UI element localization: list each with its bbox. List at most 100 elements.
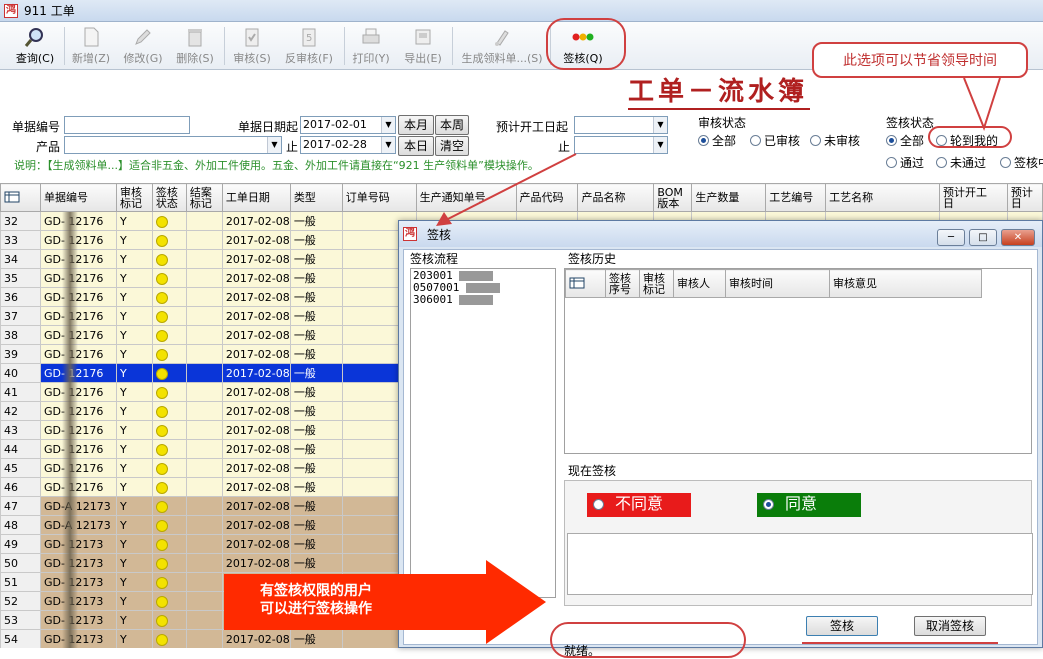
new-button[interactable]: 新增(Z)	[68, 24, 114, 68]
history-column-header[interactable]: 审核 标记	[639, 269, 674, 298]
minimize-icon[interactable]: ─	[937, 229, 965, 246]
plan-end-picker[interactable]: ▼	[574, 136, 668, 154]
audit-radio-all[interactable]: 全部	[698, 132, 736, 149]
sign-status-cell	[151, 515, 187, 535]
table-cell: GD- 12173	[39, 534, 117, 554]
sign-comment-input[interactable]	[567, 533, 1033, 595]
sign-status-cell	[151, 477, 187, 497]
column-header[interactable]: 订单号码	[341, 183, 417, 212]
sign-submit-button[interactable]: 签核	[806, 616, 878, 636]
sign-history-table[interactable]: 签核 序号 审核 标记 审核人 审核时间 审核意见	[564, 268, 1032, 454]
maximize-icon[interactable]: □	[969, 229, 997, 246]
table-cell	[185, 572, 223, 592]
table-cell: GD- 12176	[39, 211, 117, 231]
column-header[interactable]: 结案 标记	[185, 183, 223, 212]
table-cell: 一般	[289, 230, 343, 250]
sign-status-cell	[151, 458, 187, 478]
table-cell: GD- 12176	[39, 477, 117, 497]
status-dot-icon	[155, 405, 168, 418]
approve-button[interactable]: 审核(S)	[228, 24, 276, 68]
column-header[interactable]: 工单日期	[221, 183, 291, 212]
sign-radio-signing[interactable]: 签核中	[1000, 154, 1043, 171]
table-cell: Y	[115, 211, 153, 231]
edit-button[interactable]: 修改(G)	[120, 24, 166, 68]
history-column-header[interactable]: 审核时间	[725, 269, 830, 298]
date-to-picker[interactable]: 2017-02-28 ▼	[300, 136, 396, 154]
column-header[interactable]: 工艺名称	[825, 183, 940, 212]
table-cell: 2017-02-08	[221, 496, 291, 516]
print-button[interactable]: 打印(Y)	[348, 24, 394, 68]
table-cell: GD- 12176	[39, 306, 117, 326]
query-button[interactable]: 查询(C)	[10, 24, 60, 68]
redaction-blur	[62, 212, 78, 648]
table-cell: 一般	[289, 496, 343, 516]
grid-settings-icon[interactable]	[0, 183, 41, 212]
sign-radio-all[interactable]: 全部	[886, 132, 924, 149]
today-button[interactable]: 本日	[398, 136, 434, 156]
plan-start-picker[interactable]: ▼	[574, 116, 668, 134]
doc-no-input[interactable]	[64, 116, 190, 134]
table-cell	[185, 306, 223, 326]
table-cell: 50	[0, 553, 41, 573]
table-cell: Y	[115, 268, 153, 288]
this-month-button[interactable]: 本月	[398, 115, 434, 135]
current-sign-panel: 不同意 同意	[564, 480, 1033, 606]
sign-button-highlight	[546, 18, 626, 70]
table-cell: Y	[115, 306, 153, 326]
column-header[interactable]: 预计日	[1006, 183, 1043, 212]
table-cell: Y	[115, 325, 153, 345]
audit-radio-approved[interactable]: 已审核	[750, 132, 800, 149]
generate-material-button[interactable]: 生成领料单...(S)	[458, 24, 546, 68]
this-week-button[interactable]: 本周	[435, 115, 469, 135]
sign-status-cell	[151, 420, 187, 440]
column-header[interactable]: BOM 版本	[653, 183, 693, 212]
table-cell: 53	[0, 610, 41, 630]
table-cell: Y	[115, 534, 153, 554]
column-header[interactable]: 产品名称	[577, 183, 655, 212]
chevron-down-icon: ▼	[653, 117, 667, 133]
status-dot-icon	[155, 538, 168, 551]
column-header[interactable]: 单据编号	[39, 183, 117, 212]
audit-radio-unapproved[interactable]: 未审核	[810, 132, 860, 149]
sign-status-cell	[151, 382, 187, 402]
table-cell: 一般	[289, 306, 343, 326]
product-select[interactable]: ▼	[64, 136, 282, 154]
table-cell: 一般	[289, 268, 343, 288]
table-cell: 39	[0, 344, 41, 364]
table-cell: GD- 12176	[39, 401, 117, 421]
delete-button[interactable]: 删除(S)	[172, 24, 218, 68]
status-dot-icon	[155, 234, 168, 247]
sign-radio-pass[interactable]: 通过	[886, 154, 924, 171]
disagree-option[interactable]: 不同意	[587, 493, 691, 517]
history-column-header[interactable]: 签核 序号	[605, 269, 640, 298]
sign-radio-fail[interactable]: 未通过	[936, 154, 986, 171]
sign-status-cell	[151, 249, 187, 269]
history-grid-icon[interactable]	[565, 269, 606, 298]
status-dot-icon	[155, 386, 168, 399]
close-icon[interactable]: ✕	[1001, 229, 1035, 246]
agree-option[interactable]: 同意	[757, 493, 861, 517]
table-cell: Y	[115, 363, 153, 383]
flow-item[interactable]: 306001	[413, 294, 553, 306]
sign-flow-list[interactable]: 203001 0507001 306001	[410, 268, 556, 598]
history-column-header[interactable]: 审核人	[673, 269, 726, 298]
date-from-picker[interactable]: 2017-02-01 ▼	[300, 116, 396, 134]
table-cell: Y	[115, 553, 153, 573]
table-cell: 一般	[289, 534, 343, 554]
export-button[interactable]: 导出(E)	[400, 24, 446, 68]
history-column-header[interactable]: 审核意见	[829, 269, 982, 298]
status-dot-icon	[155, 329, 168, 342]
column-header[interactable]: 预计开工日	[939, 183, 1008, 212]
cancel-sign-button[interactable]: 取消签核	[914, 616, 986, 636]
table-cell: Y	[115, 477, 153, 497]
unapprove-button[interactable]: 5 反审核(F)	[280, 24, 338, 68]
column-header[interactable]: 工艺编号	[765, 183, 827, 212]
annotation-text: 有签核权限的用户 可以进行签核操作	[260, 583, 372, 617]
table-cell: 一般	[289, 249, 343, 269]
column-header[interactable]: 签核 状态	[151, 183, 187, 212]
table-cell: 一般	[289, 477, 343, 497]
column-header[interactable]: 审核 标记	[115, 183, 153, 212]
column-header[interactable]: 类型	[289, 183, 343, 212]
column-header[interactable]: 生产数量	[691, 183, 767, 212]
table-cell: 45	[0, 458, 41, 478]
